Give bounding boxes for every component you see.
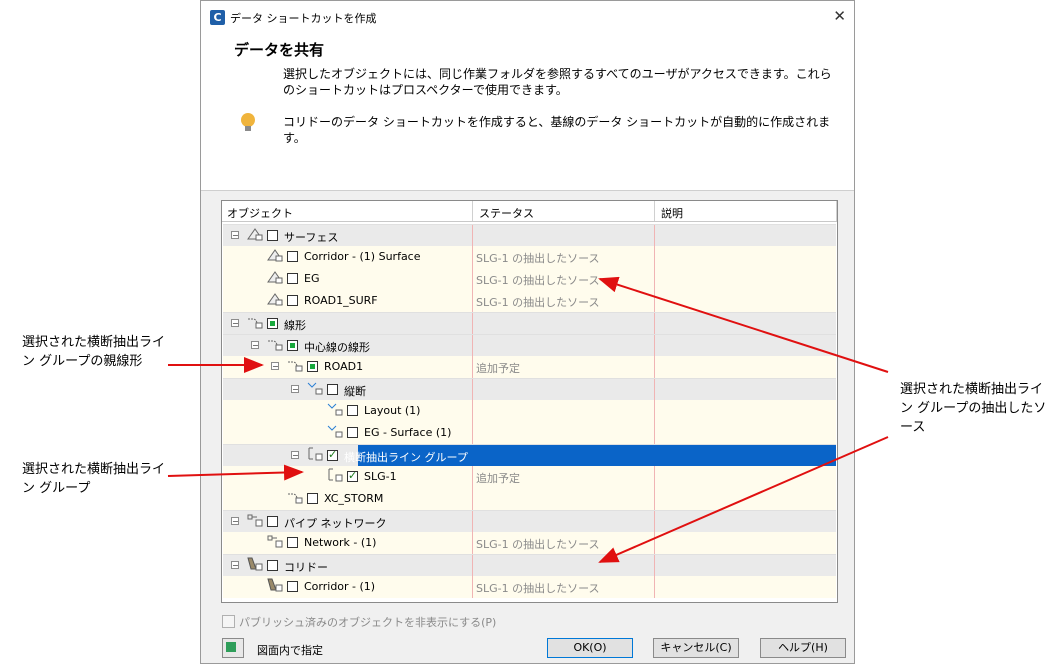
arrow-to-eg-source [598, 276, 889, 373]
arrow-to-slg1 [167, 464, 304, 481]
callout-arrows [167, 276, 889, 563]
arrow-to-network-source [598, 436, 889, 563]
